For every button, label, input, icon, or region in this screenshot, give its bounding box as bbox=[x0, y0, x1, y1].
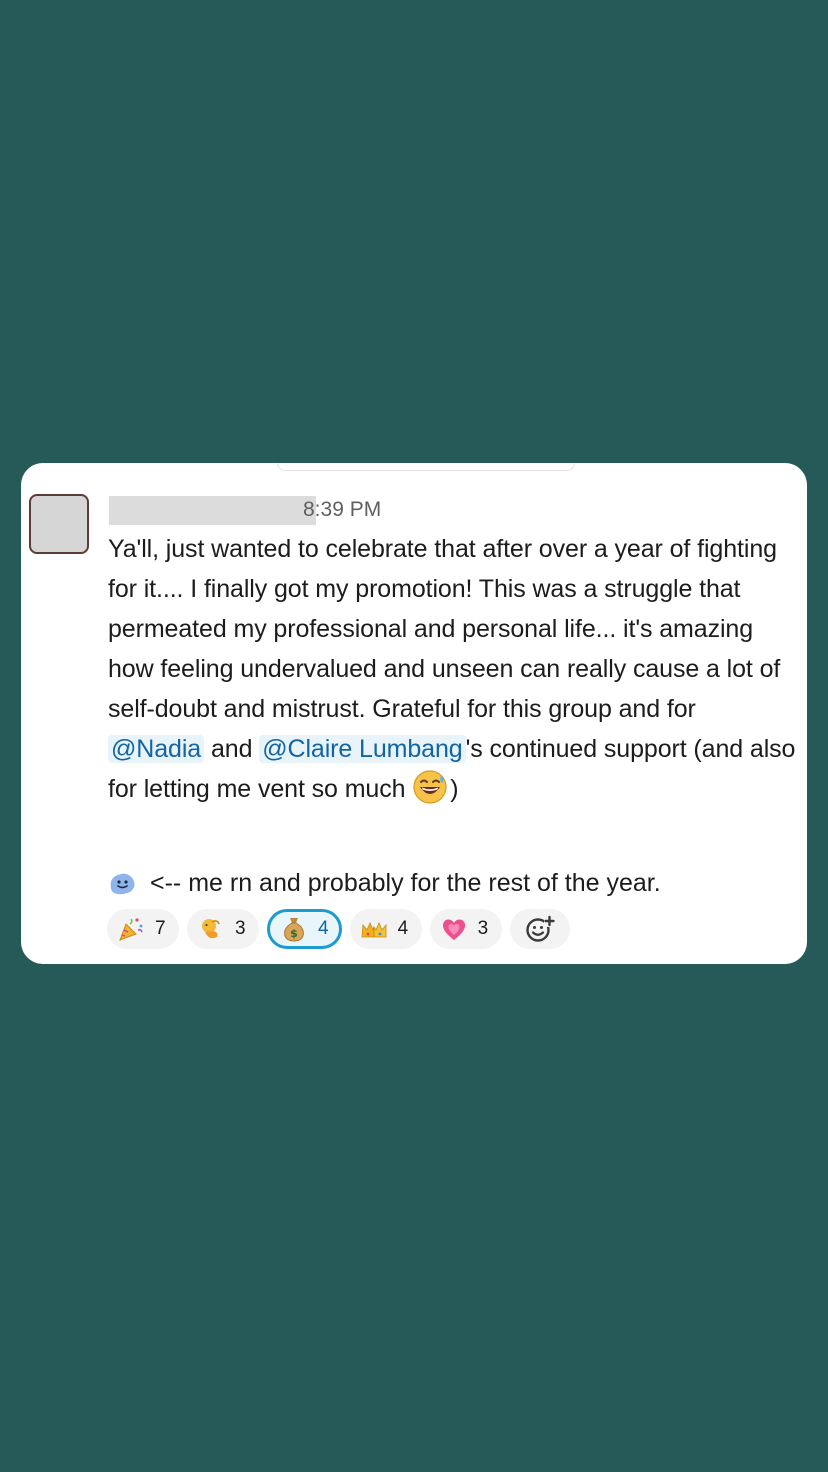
reaction-count: 4 bbox=[397, 918, 409, 939]
person-bowing-icon bbox=[202, 919, 220, 939]
svg-text:$: $ bbox=[290, 927, 298, 940]
reaction-count: 7 bbox=[155, 918, 166, 939]
growing-heart-icon bbox=[442, 919, 465, 940]
reaction-party-popper[interactable]: 7 bbox=[107, 909, 179, 949]
date-divider-pill bbox=[277, 463, 575, 471]
blue-blob-smile-icon bbox=[110, 873, 135, 895]
add-reaction-button[interactable] bbox=[509, 909, 570, 949]
reaction-crowns[interactable]: 4 bbox=[349, 909, 422, 949]
sender-name-redacted[interactable] bbox=[109, 496, 316, 525]
mention-nadia[interactable]: @Nadia bbox=[108, 735, 205, 763]
message-card: 8:39 PM Ya'll, just wanted to celebrate … bbox=[21, 463, 807, 964]
followup-text: <-- me rn and probably for the rest of t… bbox=[150, 869, 661, 897]
message-timestamp[interactable]: 8:39 PM bbox=[303, 497, 381, 523]
message-text-part1: Ya'll, just wanted to celebrate that aft… bbox=[108, 535, 781, 723]
message-body: Ya'll, just wanted to celebrate that aft… bbox=[108, 529, 798, 809]
avatar[interactable] bbox=[29, 494, 89, 554]
message-text-and: and bbox=[204, 735, 260, 763]
mention-claire-lumbang[interactable]: @Claire Lumbang bbox=[259, 735, 466, 763]
followup-message: <-- me rn and probably for the rest of t… bbox=[108, 863, 661, 903]
crowns-icon bbox=[361, 921, 386, 938]
grinning-sweat-icon bbox=[413, 770, 447, 804]
money-bag-icon: $ bbox=[284, 918, 304, 942]
reaction-money-bag[interactable]: $ 4 bbox=[267, 909, 342, 949]
add-emoji-icon bbox=[525, 915, 555, 942]
reaction-count: 4 bbox=[318, 918, 329, 939]
message-text-close: ) bbox=[450, 775, 459, 803]
reaction-growing-heart[interactable]: 3 bbox=[429, 909, 502, 949]
reaction-person-bowing[interactable]: 3 bbox=[187, 909, 259, 949]
reaction-count: 3 bbox=[235, 918, 246, 939]
reactions-bar: 7 3 $ 4 4 3 bbox=[107, 909, 570, 949]
party-popper-icon bbox=[119, 918, 143, 941]
reaction-count: 3 bbox=[477, 918, 489, 939]
